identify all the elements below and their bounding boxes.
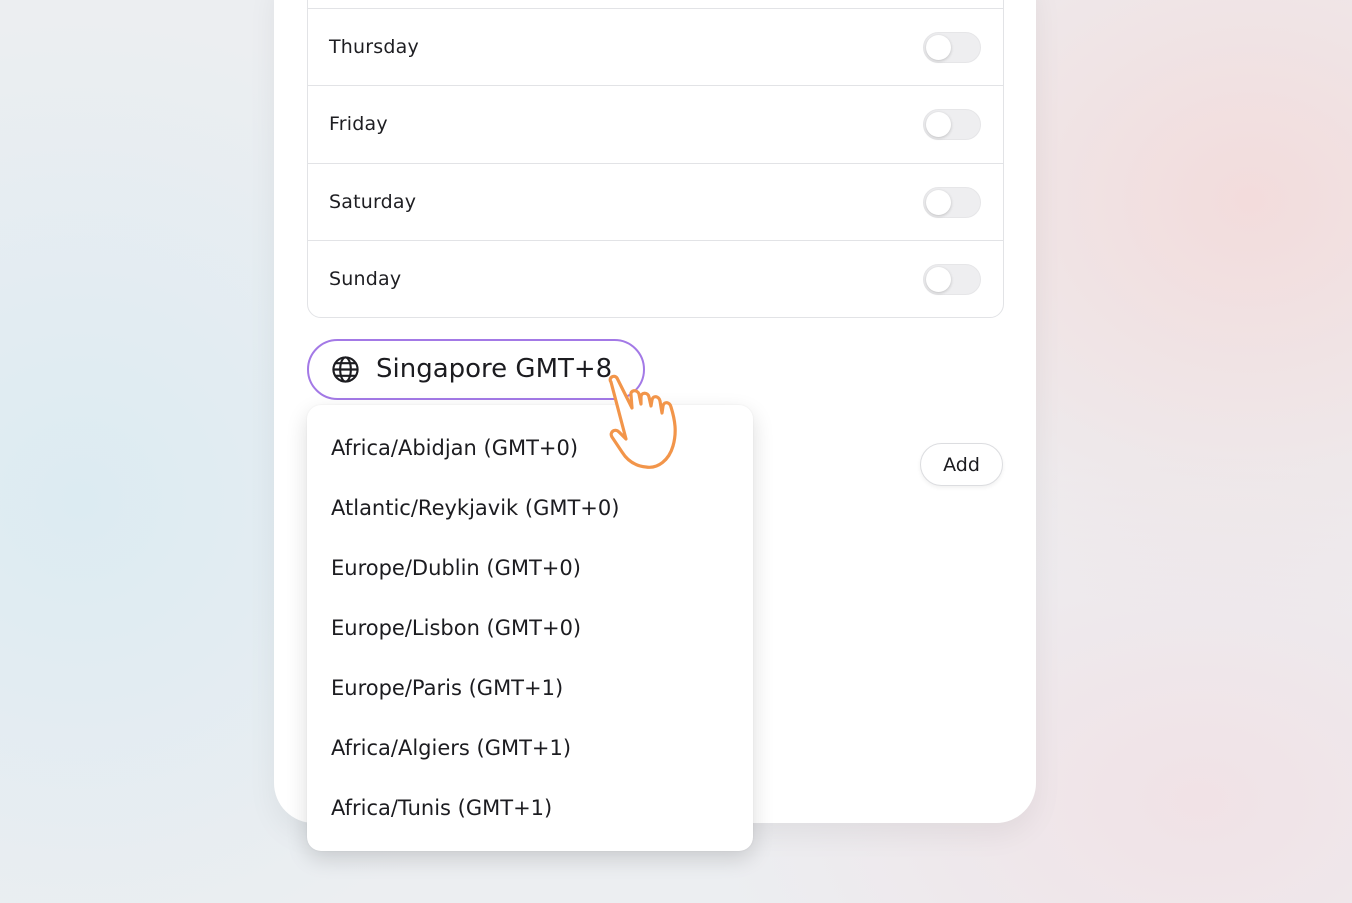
thursday-toggle[interactable] (923, 32, 981, 63)
day-row-friday: Friday (308, 85, 1003, 162)
globe-icon (332, 356, 359, 383)
day-label: Sunday (329, 268, 402, 290)
hand-pointer-icon (608, 374, 677, 469)
day-label: Thursday (329, 36, 419, 58)
day-label: Friday (329, 113, 388, 135)
timezone-option[interactable]: Africa/Tunis (GMT+1) (331, 788, 552, 828)
toggle-knob (926, 35, 951, 60)
add-button[interactable]: Add (920, 443, 1003, 486)
toggle-knob (926, 267, 951, 292)
day-label: Saturday (329, 191, 417, 213)
timezone-select[interactable]: Singapore GMT+8 (307, 339, 645, 400)
timezone-option[interactable]: Europe/Paris (GMT+1) (331, 668, 563, 708)
day-row-thursday: Thursday (308, 8, 1003, 85)
friday-toggle[interactable] (923, 109, 981, 140)
timezone-option[interactable]: Africa/Algiers (GMT+1) (331, 728, 571, 768)
saturday-toggle[interactable] (923, 187, 981, 218)
timezone-option[interactable]: Atlantic/Reykjavik (GMT+0) (331, 488, 619, 528)
timezone-selected-label: Singapore GMT+8 (376, 354, 613, 384)
toggle-knob (926, 112, 951, 137)
sunday-toggle[interactable] (923, 264, 981, 295)
day-row-sunday: Sunday (308, 240, 1003, 317)
timezone-option[interactable]: Europe/Lisbon (GMT+0) (331, 608, 581, 648)
toggle-knob (926, 190, 951, 215)
timezone-option[interactable]: Africa/Abidjan (GMT+0) (331, 428, 578, 468)
timezone-option[interactable]: Europe/Dublin (GMT+0) (331, 548, 581, 588)
weekday-list: Thursday Friday Saturday Sunday (307, 0, 1004, 318)
day-row-saturday: Saturday (308, 163, 1003, 240)
